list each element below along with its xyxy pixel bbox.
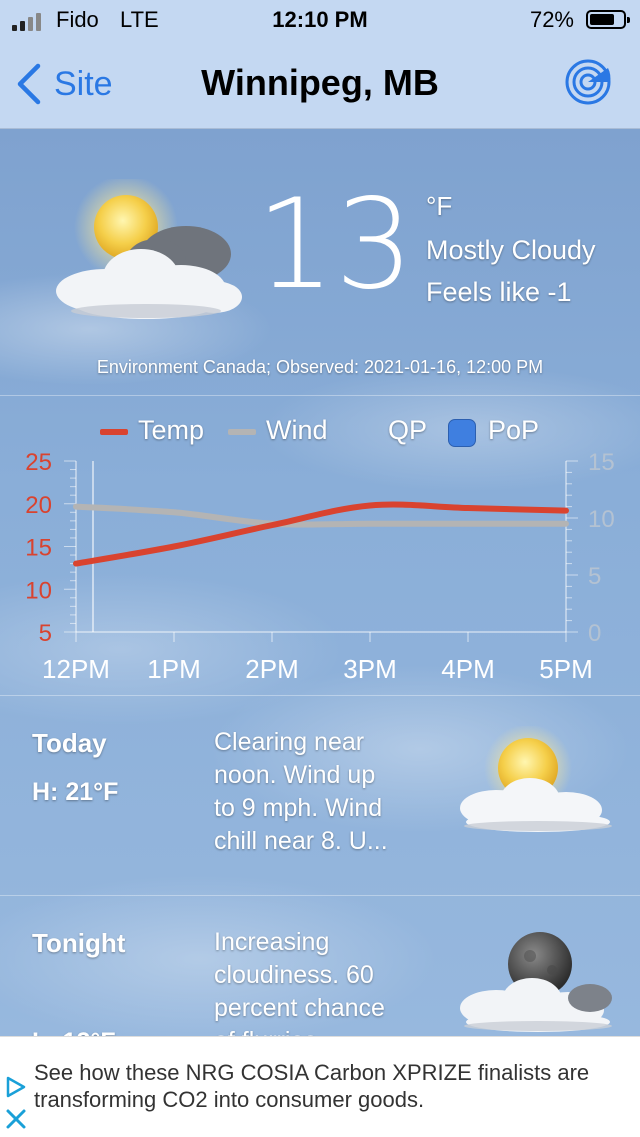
x-axis-tick-label: 3PM xyxy=(343,654,396,684)
radar-icon[interactable] xyxy=(564,58,612,106)
legend-temp-label: Temp xyxy=(138,415,205,445)
back-button-label: Site xyxy=(54,64,113,103)
temperature-unit: °F xyxy=(426,191,453,221)
left-axis-tick-label: 20 xyxy=(25,492,52,519)
legend-wind-swatch xyxy=(228,429,256,435)
right-axis-tick-label: 5 xyxy=(588,563,601,590)
forecast-period-name: Today xyxy=(32,728,107,758)
sun-behind-cloud-icon xyxy=(460,726,612,832)
navigation-bar: Site Winnipeg, MB xyxy=(0,40,640,129)
weather-panel: 13 °F Mostly Cloudy Feels like -1 Enviro… xyxy=(0,129,640,1036)
right-axis-tick-label: 10 xyxy=(588,506,615,533)
forecast-tonight[interactable]: Tonight L: 13°F Increasing cloudiness. 6… xyxy=(0,896,640,1036)
divider xyxy=(0,395,640,396)
forecast-low: L: 13°F xyxy=(32,1028,116,1036)
feels-like: Feels like -1 xyxy=(426,277,572,307)
current-temperature: 13 xyxy=(256,173,414,317)
legend-temp-swatch xyxy=(100,429,128,435)
left-axis-tick-label: 5 xyxy=(39,620,52,647)
ad-banner[interactable]: See how these NRG COSIA Carbon XPRIZE fi… xyxy=(0,1036,640,1137)
right-axis-tick-label: 0 xyxy=(588,620,601,647)
right-axis-tick-label: 15 xyxy=(588,449,615,476)
x-axis-tick-label: 1PM xyxy=(147,654,200,684)
current-condition: Mostly Cloudy xyxy=(426,235,596,265)
legend-wind-label: Wind xyxy=(266,415,328,445)
sun-behind-cloud-icon xyxy=(56,179,242,319)
left-axis-tick-label: 10 xyxy=(25,577,52,604)
back-button[interactable]: Site xyxy=(14,60,113,108)
forecast-period-name: Tonight xyxy=(32,928,126,958)
hourly-chart: 5 10 15 20 25 0 5 10 15 12PM 1PM 2PM 3PM 4PM 5PM xyxy=(25,449,615,684)
left-axis-tick-label: 25 xyxy=(25,449,52,476)
left-axis-tick-label: 15 xyxy=(25,535,52,562)
forecast-text: Clearing near noon. Wind up to 9 mph. Wi… xyxy=(214,728,388,855)
x-axis-tick-label: 12PM xyxy=(42,654,110,684)
battery-icon xyxy=(586,10,630,29)
legend-pop-label: PoP xyxy=(488,415,540,445)
forecast-high: H: 21°F xyxy=(32,778,119,806)
forecast-today[interactable]: Today H: 21°F Clearing near noon. Wind u… xyxy=(0,696,640,896)
observation-source: Environment Canada; Observed: 2021-01-16… xyxy=(96,357,544,377)
x-axis-tick-label: 4PM xyxy=(441,654,494,684)
legend-pop-swatch xyxy=(448,419,476,447)
x-axis-tick-label: 2PM xyxy=(245,654,298,684)
moon-behind-cloud-icon xyxy=(460,932,612,1032)
status-bar: Fido LTE 12:10 PM 72% xyxy=(0,0,640,40)
chart-legend: Temp Wind QP PoP xyxy=(0,415,640,449)
ad-choices-icon[interactable] xyxy=(4,1075,28,1099)
forecast-text: Increasing cloudiness. 60 percent chance… xyxy=(214,928,385,1036)
legend-qp-label: QP xyxy=(388,415,428,445)
close-icon[interactable] xyxy=(4,1107,28,1131)
battery-percent: 72% xyxy=(529,7,574,32)
ad-text: See how these NRG COSIA Carbon XPRIZE fi… xyxy=(34,1060,590,1112)
chevron-left-icon xyxy=(17,63,41,105)
x-axis-tick-label: 5PM xyxy=(539,654,592,684)
